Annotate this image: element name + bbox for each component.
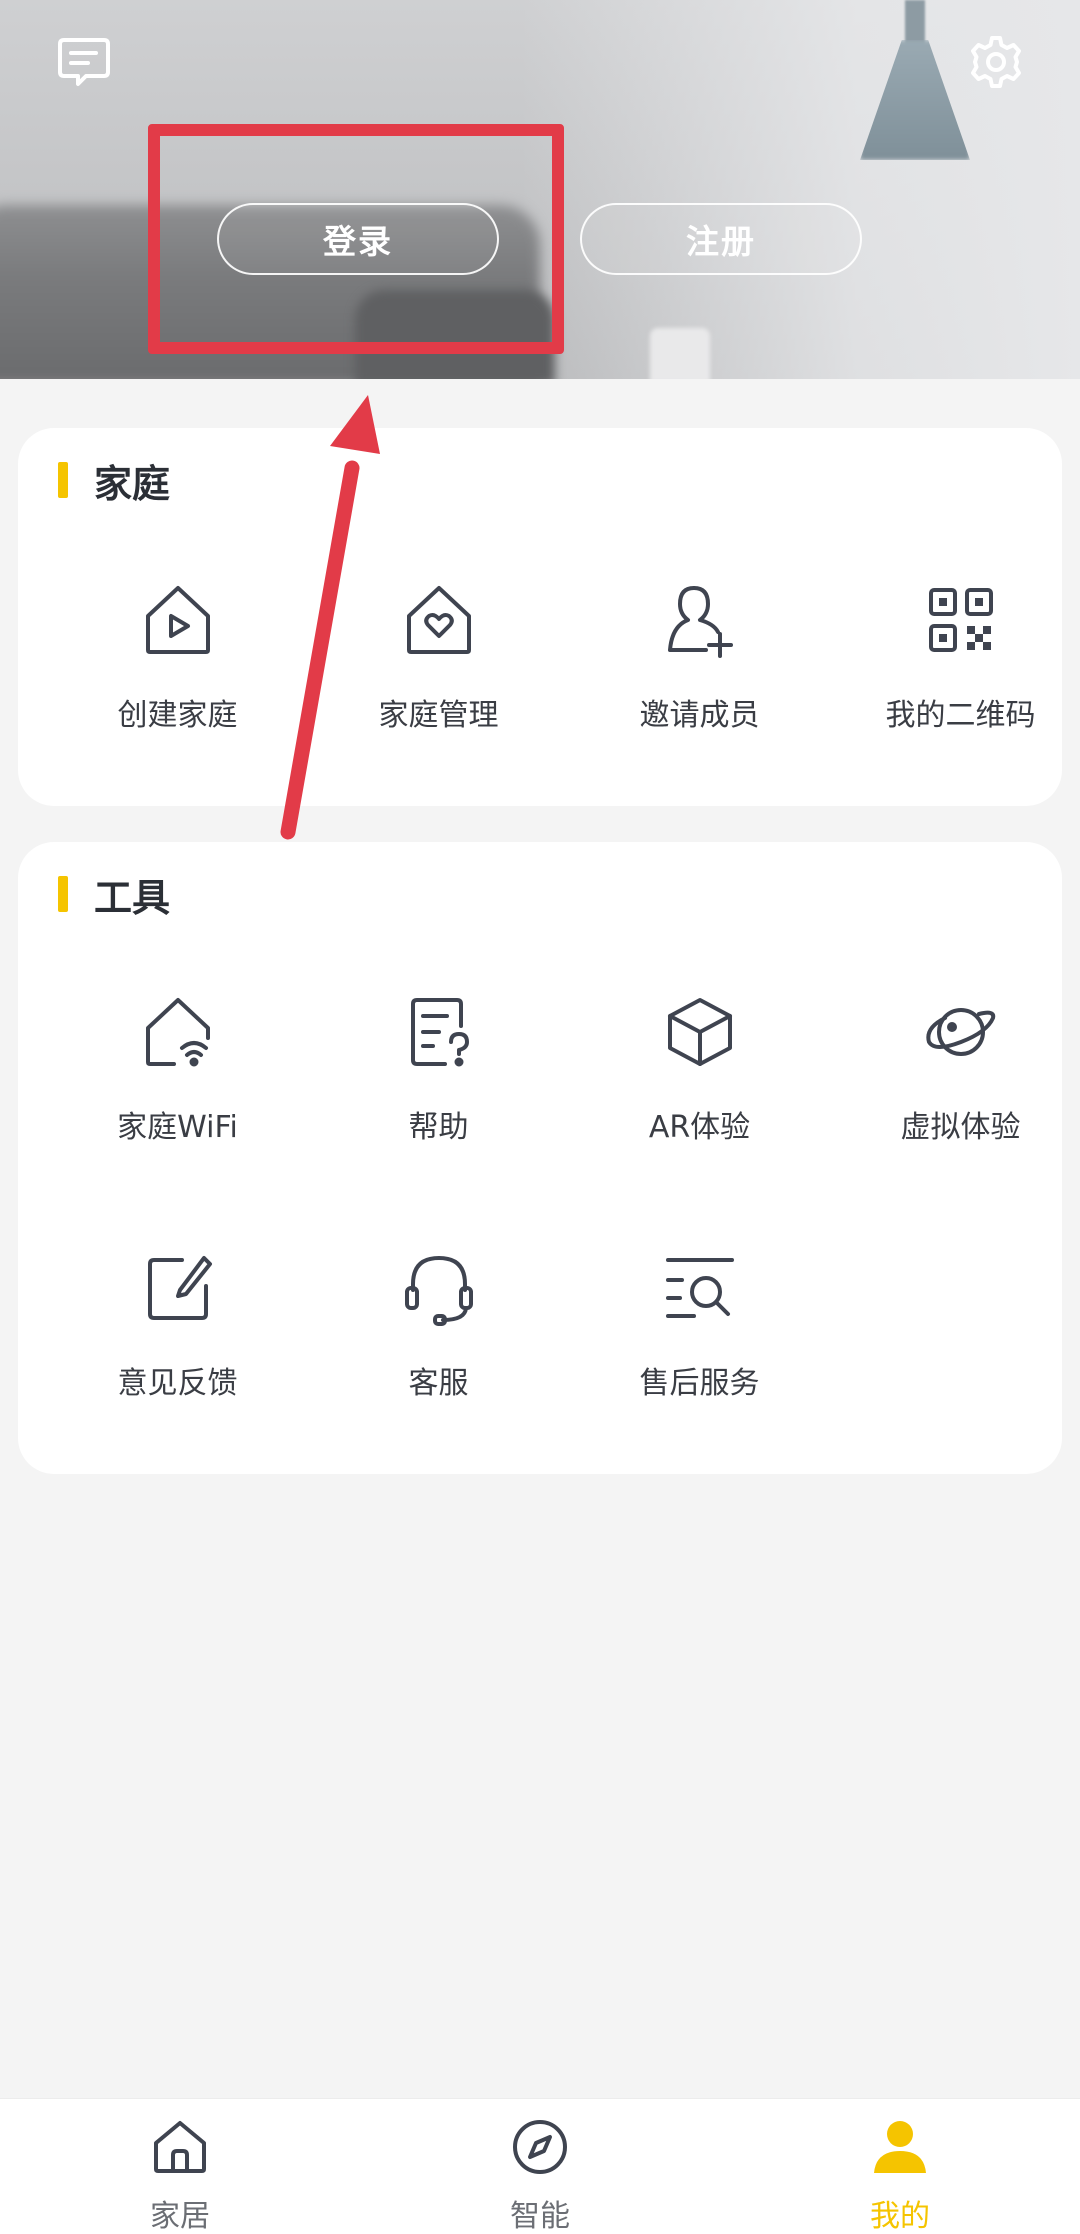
house-wifi-icon [145,998,210,1067]
ar-experience-item[interactable]: AR体验 [569,992,830,1172]
family-section-title: 家庭 [94,461,171,506]
feedback-edit-icon [147,1256,212,1320]
virtual-experience-item[interactable]: 虚拟体验 [830,992,1080,1172]
feedback-label: 意见反馈 [117,1366,238,1401]
help-item[interactable]: 帮助 [308,992,569,1172]
nav-home-tab[interactable]: 家居 [80,2117,280,2234]
help-document-icon [410,998,469,1067]
create-family-label: 创建家庭 [117,698,238,733]
profile-header: 登录 注册 [0,0,1080,379]
planet-icon [925,1008,995,1056]
nav-smart-label: 智能 [510,2199,570,2234]
family-card: 家庭 创建家庭 家庭管理 邀请成员 我的二维码 [18,428,1062,806]
house-heart-icon [406,586,471,654]
tools-card: 工具 家庭WiFi 帮助 AR体验 虚拟体验 意见反馈 客服 售后服务 [18,842,1062,1474]
help-label: 帮助 [408,1110,469,1145]
tools-section-header: 工具 [58,862,170,926]
nav-mine-tab[interactable]: 我的 [800,2117,1000,2234]
family-section-header: 家庭 [58,448,170,512]
background-cup [650,328,710,379]
compass-icon [513,2120,567,2174]
my-qrcode-label: 我的二维码 [885,698,1036,733]
person-add-icon [667,586,733,658]
service-search-icon [665,1258,734,1318]
house-play-icon [145,586,210,654]
invite-member-item[interactable]: 邀请成员 [569,580,830,760]
family-management-label: 家庭管理 [378,698,499,733]
headset-icon [404,1256,473,1326]
register-button[interactable]: 注册 [580,203,862,275]
my-qrcode-item[interactable]: 我的二维码 [830,580,1080,760]
customer-service-label: 客服 [408,1366,469,1401]
person-icon [874,2121,926,2173]
nav-mine-label: 我的 [870,2199,930,2234]
message-icon[interactable] [54,32,114,92]
feedback-item[interactable]: 意见反馈 [47,1248,308,1428]
ar-experience-label: AR体验 [648,1110,751,1145]
section-accent-bar [58,876,68,912]
invite-member-label: 邀请成员 [639,698,760,733]
section-accent-bar [58,462,68,498]
cube-icon [667,998,732,1066]
virtual-experience-label: 虚拟体验 [900,1110,1021,1145]
qr-code-icon [928,588,993,652]
home-wifi-label: 家庭WiFi [117,1110,238,1145]
tools-section-title: 工具 [94,875,171,920]
nav-smart-tab[interactable]: 智能 [440,2117,640,2234]
family-management-item[interactable]: 家庭管理 [308,580,569,760]
settings-gear-icon[interactable] [966,32,1026,92]
nav-home-label: 家居 [150,2199,210,2234]
annotation-highlight-box [148,124,564,354]
after-sales-label: 售后服务 [639,1366,760,1401]
after-sales-item[interactable]: 售后服务 [569,1248,830,1428]
create-family-item[interactable]: 创建家庭 [47,580,308,760]
home-wifi-item[interactable]: 家庭WiFi [47,992,308,1172]
bottom-navigation: 家居 智能 我的 [0,2098,1080,2234]
customer-service-item[interactable]: 客服 [308,1248,569,1428]
home-icon [154,2121,206,2173]
